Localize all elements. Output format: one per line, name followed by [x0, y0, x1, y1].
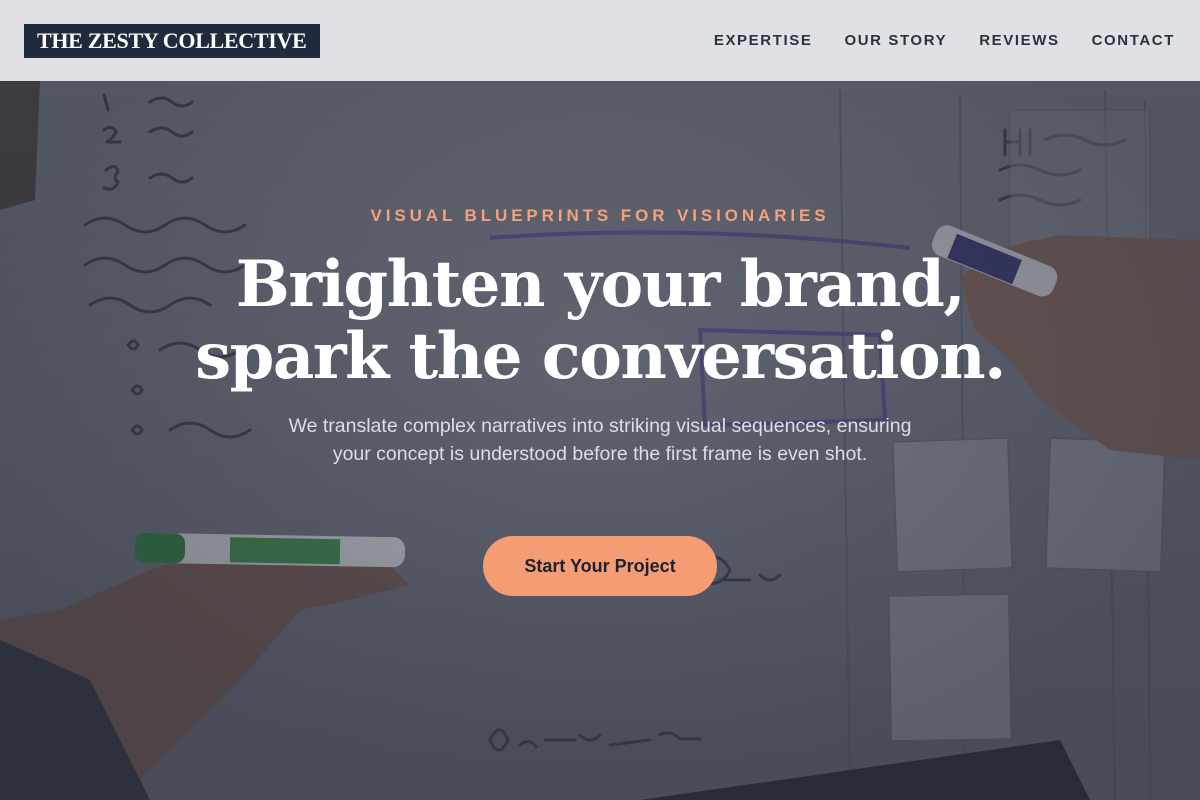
main-navigation: EXPERTISE OUR STORY REVIEWS CONTACT — [714, 32, 1176, 49]
start-project-button[interactable]: Start Your Project — [483, 536, 717, 596]
hero-section: VISUAL BLUEPRINTS FOR VISIONARIES Bright… — [0, 81, 1200, 800]
nav-link-our-story[interactable]: OUR STORY — [844, 32, 947, 49]
headline-line-1: Brighten your brand, — [235, 247, 966, 322]
hero-subtext: We translate complex narratives into str… — [288, 415, 912, 465]
brand-logo[interactable]: THE ZESTY COLLECTIVE — [24, 23, 320, 58]
nav-link-reviews[interactable]: REVIEWS — [979, 32, 1059, 49]
hero-headline: Brighten your brand, spark the conversat… — [0, 249, 1200, 393]
nav-link-expertise[interactable]: EXPERTISE — [714, 32, 813, 49]
site-header: THE ZESTY COLLECTIVE EXPERTISE OUR STORY… — [0, 0, 1200, 81]
headline-line-2: spark the conversation. — [195, 319, 1006, 394]
hero-eyebrow: VISUAL BLUEPRINTS FOR VISIONARIES — [370, 206, 830, 225]
nav-link-contact[interactable]: CONTACT — [1092, 32, 1175, 49]
